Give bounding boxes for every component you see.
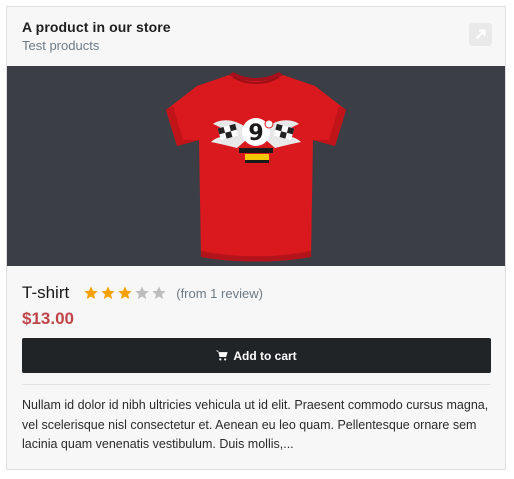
add-to-cart-label: Add to cart [233, 348, 297, 363]
add-to-cart-button[interactable]: Add to cart [22, 338, 491, 373]
product-info-row: T-shirt (from 1 review) [22, 282, 492, 304]
external-link-icon [475, 29, 486, 40]
divider [22, 384, 491, 385]
svg-text:9: 9 [248, 121, 263, 146]
product-image[interactable]: 9 [7, 66, 505, 266]
shopping-cart-icon [216, 350, 228, 361]
open-external-button[interactable] [469, 23, 492, 46]
product-card: A product in our store Test products 9 T… [6, 6, 506, 470]
card-subtitle: Test products [22, 38, 100, 53]
star-filled-icon [118, 286, 132, 299]
rating-stars [83, 285, 168, 301]
product-name[interactable]: T-shirt [22, 283, 69, 303]
star-filled-icon [84, 286, 98, 299]
tshirt-image: 9 [166, 72, 346, 262]
star-empty-icon [135, 286, 149, 299]
star-empty-icon [152, 286, 166, 299]
product-description: Nullam id dolor id nibh ultricies vehicu… [22, 398, 489, 451]
star-filled-icon [101, 286, 115, 299]
card-header: A product in our store Test products [7, 7, 505, 66]
review-count[interactable]: (from 1 review) [176, 286, 263, 301]
product-price: $13.00 [22, 309, 74, 328]
card-title: A product in our store [22, 19, 171, 35]
